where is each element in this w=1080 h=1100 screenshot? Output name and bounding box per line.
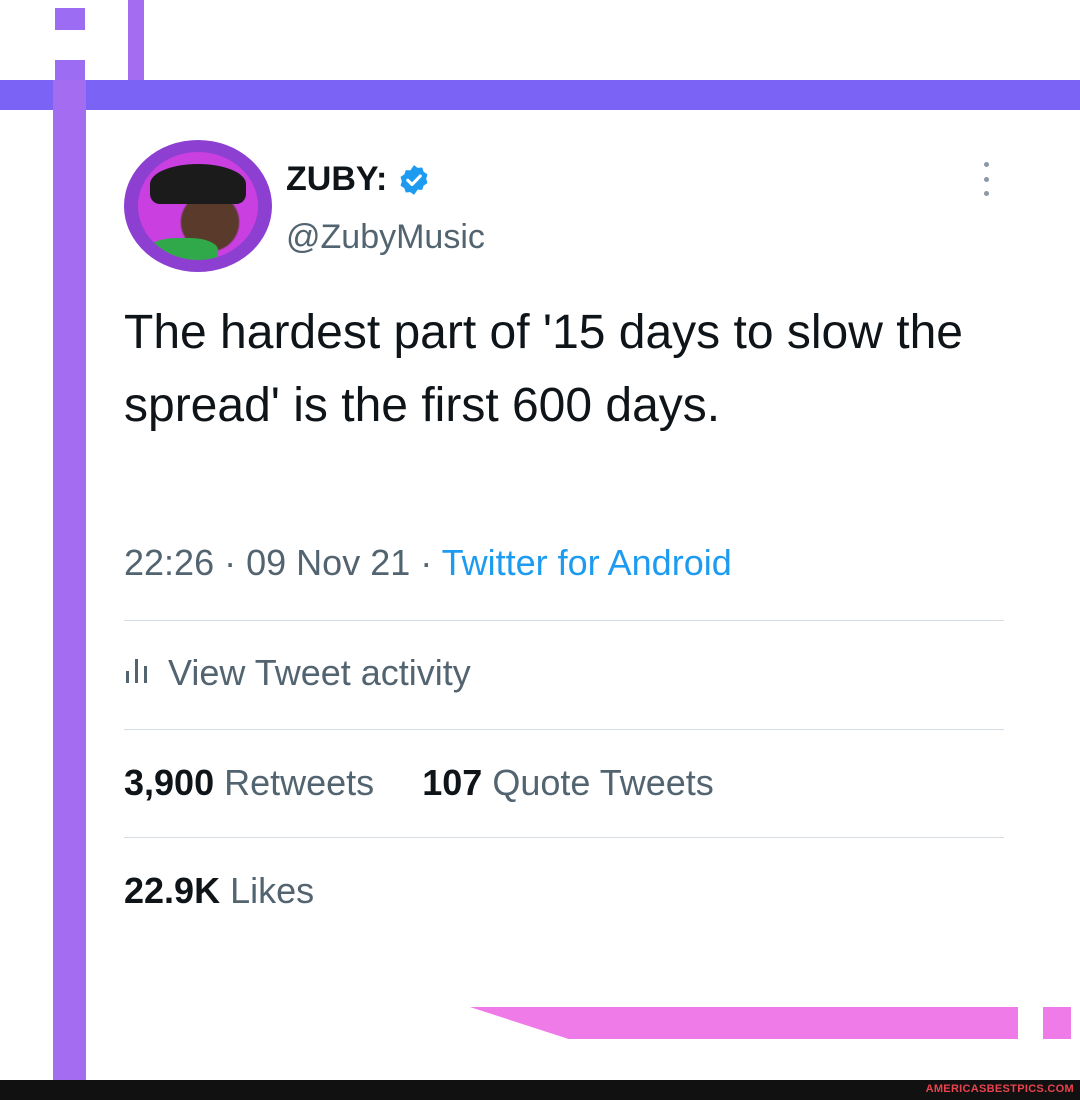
quote-tweets-label: Quote Tweets [492, 762, 714, 803]
frame-tick [55, 60, 85, 80]
tweet-source-link[interactable]: Twitter for Android [442, 542, 732, 583]
handle[interactable]: @ZubyMusic [286, 218, 485, 257]
likes-label: Likes [230, 870, 315, 911]
verified-badge-icon [397, 163, 431, 197]
avatar-shirt [148, 238, 218, 260]
watermark: AMERICASBESTPICS.COM [925, 1083, 1074, 1095]
frame-left-bar [53, 80, 86, 1080]
avatar-cap [150, 164, 246, 204]
activity-label: View Tweet activity [168, 652, 471, 693]
quote-tweets-link[interactable]: 107 Quote Tweets [422, 762, 714, 803]
tweet-date[interactable]: 09 Nov 21 [246, 542, 410, 583]
engagement-stats: 3,900 Retweets 107 Quote Tweets [124, 762, 714, 804]
frame-bottom-square [1043, 1007, 1071, 1039]
frame-tick [128, 0, 144, 80]
view-tweet-activity-link[interactable]: View Tweet activity [124, 652, 471, 694]
frame-bottom-bar [470, 1007, 1018, 1039]
retweets-label: Retweets [224, 762, 375, 803]
bar-chart-icon [124, 652, 150, 694]
tweet-text: The hardest part of '15 days to slow the… [124, 306, 963, 432]
divider [124, 837, 1004, 838]
display-name: ZUBY: [286, 160, 388, 198]
quote-tweets-count: 107 [422, 762, 483, 803]
divider [124, 729, 1004, 730]
avatar[interactable] [124, 140, 272, 272]
frame-tick [55, 8, 85, 30]
retweets-count: 3,900 [124, 762, 215, 803]
retweets-link[interactable]: 3,900 Retweets [124, 762, 384, 803]
likes-count: 22.9K [124, 870, 221, 911]
meta-separator: · [224, 542, 237, 583]
frame-top-bar [0, 80, 1080, 110]
more-options-icon[interactable] [976, 162, 996, 196]
display-name-row[interactable]: ZUBY: [286, 160, 431, 199]
divider [124, 620, 1004, 621]
tweet-metadata: 22:26 · 09 Nov 21 · Twitter for Android [124, 542, 732, 584]
tweet-time[interactable]: 22:26 [124, 542, 214, 583]
likes-link[interactable]: 22.9K Likes [124, 870, 314, 912]
avatar-photo [138, 152, 258, 260]
meta-separator: · [420, 542, 433, 583]
footer-strip: AMERICASBESTPICS.COM [0, 1080, 1080, 1100]
